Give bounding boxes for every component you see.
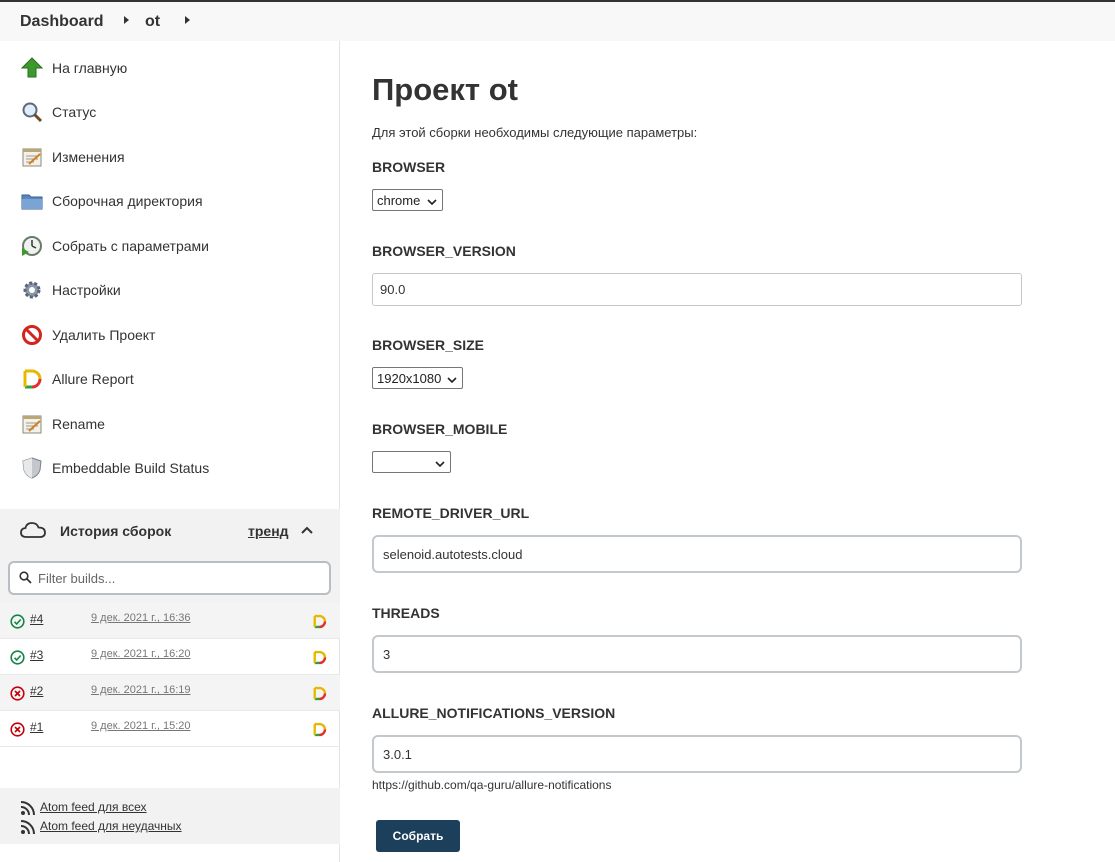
sidebar-item-label: Собрать с параметрами	[52, 238, 209, 254]
sidebar-item-settings[interactable]: Настройки	[20, 276, 121, 304]
allure-icon[interactable]	[312, 650, 327, 670]
sidebar-item-label: На главную	[52, 60, 128, 76]
filter-builds-input[interactable]	[38, 568, 318, 588]
atom-feed-all-link[interactable]: Atom feed для всех	[40, 800, 147, 814]
param-label-threads: THREADS	[372, 605, 440, 621]
param-label-browser-size: BROWSER_SIZE	[372, 337, 485, 353]
no-entry-icon	[20, 323, 44, 347]
success-check-icon	[10, 614, 25, 634]
sidebar-item-rename[interactable]: Rename	[20, 410, 105, 438]
cloud-icon	[20, 521, 46, 544]
build-date-link[interactable]: 9 дек. 2021 г., 15:20	[91, 720, 191, 732]
sidebar-item-label: Изменения	[52, 149, 125, 165]
chevron-down-icon	[435, 457, 445, 472]
gear-icon	[20, 278, 44, 302]
build-number-link[interactable]: #1	[30, 720, 43, 734]
build-row: #2 9 дек. 2021 г., 16:19	[0, 675, 340, 711]
rss-icon	[20, 800, 36, 821]
clock-play-icon	[20, 234, 44, 258]
trend-link[interactable]: тренд	[248, 523, 289, 539]
breadcrumb-project[interactable]: ot	[145, 13, 160, 31]
param-label-allure-notifications-version: ALLURE_NOTIFICATIONS_VERSION	[372, 705, 616, 721]
sidebar-item-label: Embeddable Build Status	[52, 460, 210, 476]
browser-size-select-value: 1920x1080	[377, 370, 442, 386]
build-history-header: История сборок тренд	[0, 509, 340, 553]
atom-feed-failed-link[interactable]: Atom feed для неудачных	[40, 819, 182, 833]
chevron-down-icon	[427, 195, 437, 210]
build-history-title: История сборок	[60, 523, 172, 539]
build-row: #3 9 дек. 2021 г., 16:20	[0, 639, 340, 675]
build-date-link[interactable]: 9 дек. 2021 г., 16:20	[91, 648, 191, 660]
page-title: Проект ot	[372, 72, 518, 107]
sidebar-item-allure-report[interactable]: Allure Report	[20, 365, 134, 393]
rss-icon	[20, 819, 36, 840]
sidebar-item-status[interactable]: Статус	[20, 98, 96, 126]
sidebar-item-label: Rename	[52, 416, 105, 432]
browser-select[interactable]: chrome	[372, 189, 443, 211]
breadcrumb-bar: Dashboard ot	[0, 0, 1115, 41]
param-label-browser-version: BROWSER_VERSION	[372, 243, 516, 259]
browser-mobile-select[interactable]	[372, 451, 451, 473]
notepad-icon	[20, 412, 44, 436]
browser-version-input[interactable]	[372, 273, 1022, 306]
shield-icon	[20, 456, 44, 480]
sidebar-item-label: Настройки	[52, 282, 121, 298]
failed-x-icon	[10, 686, 25, 706]
chevron-down-icon	[447, 373, 457, 388]
sidebar-item-label: Статус	[52, 104, 97, 120]
threads-input[interactable]	[372, 635, 1022, 673]
sidebar-item-label: Удалить Проект	[52, 327, 156, 343]
up-arrow-icon	[20, 56, 44, 80]
build-number-link[interactable]: #4	[30, 612, 43, 626]
sidebar-item-label: Сборочная директория	[52, 193, 203, 209]
breadcrumb-chevron-icon[interactable]	[124, 16, 129, 24]
allure-icon[interactable]	[312, 686, 327, 706]
build-number-link[interactable]: #2	[30, 684, 43, 698]
sidebar-item-changes[interactable]: Изменения	[20, 143, 125, 171]
sidebar-item-home[interactable]: На главную	[20, 54, 127, 82]
allure-icon[interactable]	[312, 614, 327, 634]
build-date-link[interactable]: 9 дек. 2021 г., 16:19	[91, 684, 191, 696]
sidebar: На главную Статус Изменения Сборочная ди…	[0, 41, 340, 862]
build-submit-button[interactable]: Собрать	[376, 820, 460, 852]
failed-x-icon	[10, 722, 25, 742]
allure-notifications-help-text: https://github.com/qa-guru/allure-notifi…	[372, 778, 612, 792]
folder-icon	[20, 189, 44, 213]
build-row: #1 9 дек. 2021 г., 15:20	[0, 711, 340, 747]
build-date-link[interactable]: 9 дек. 2021 г., 16:36	[91, 612, 191, 624]
allure-icon	[20, 367, 44, 391]
notepad-icon	[20, 145, 44, 169]
search-icon	[19, 571, 32, 589]
sidebar-item-label: Allure Report	[52, 371, 134, 387]
build-row: #4 9 дек. 2021 г., 16:36	[0, 603, 340, 639]
browser-select-value: chrome	[377, 192, 421, 208]
browser-size-select[interactable]: 1920x1080	[372, 367, 463, 389]
breadcrumb-chevron-icon[interactable]	[185, 16, 190, 24]
sidebar-item-embeddable-build-status[interactable]: Embeddable Build Status	[20, 454, 209, 482]
allure-icon[interactable]	[312, 722, 327, 742]
allure-notifications-version-input[interactable]	[372, 735, 1022, 773]
filter-builds-area	[0, 553, 340, 603]
success-check-icon	[10, 650, 25, 670]
magnifier-icon	[20, 100, 44, 124]
sidebar-item-workspace[interactable]: Сборочная директория	[20, 187, 203, 215]
sidebar-item-build-with-params[interactable]: Собрать с параметрами	[20, 232, 209, 260]
param-label-browser-mobile: BROWSER_MOBILE	[372, 421, 508, 437]
sidebar-item-delete-project[interactable]: Удалить Проект	[20, 321, 155, 349]
breadcrumb-dashboard[interactable]: Dashboard	[20, 13, 104, 31]
param-label-browser: BROWSER	[372, 159, 446, 175]
atom-feeds: Atom feed для всех Atom feed для неудачн…	[0, 788, 340, 844]
remote-driver-url-input[interactable]	[372, 535, 1022, 573]
param-label-remote-driver-url: REMOTE_DRIVER_URL	[372, 505, 530, 521]
filter-builds-wrapper[interactable]	[8, 561, 331, 595]
build-number-link[interactable]: #3	[30, 648, 43, 662]
chevron-up-icon[interactable]	[300, 523, 314, 537]
page-description: Для этой сборки необходимы следующие пар…	[372, 125, 698, 140]
